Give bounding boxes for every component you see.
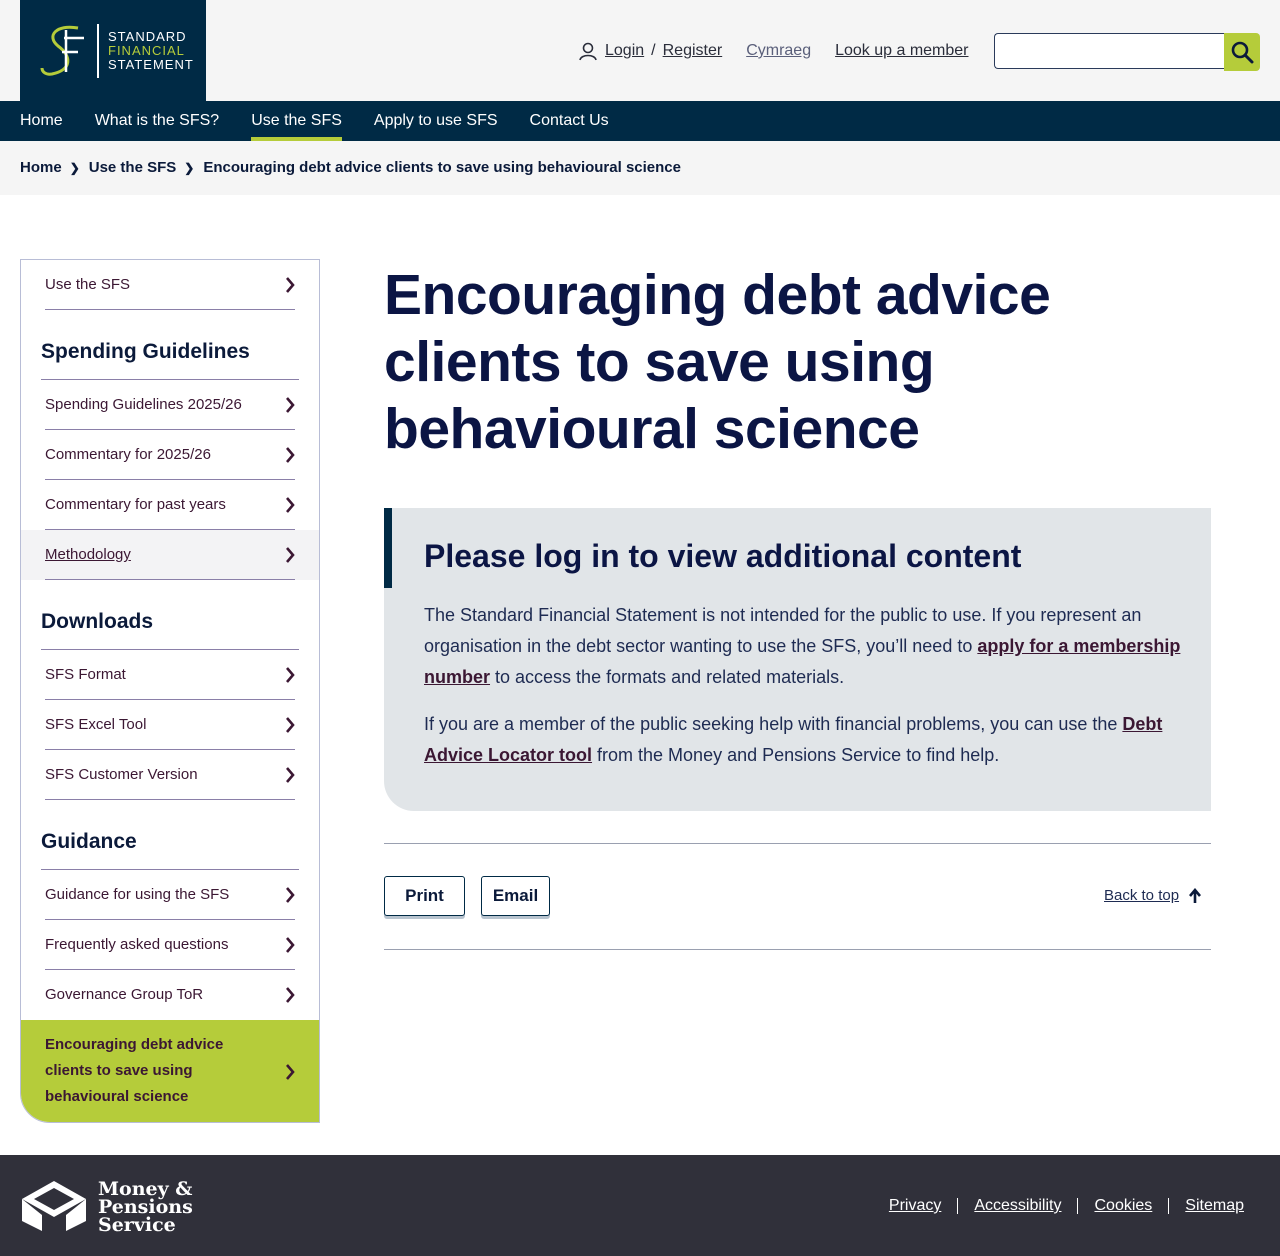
section-sidebar: Use the SFS Spending Guidelines Spending…	[20, 259, 320, 1123]
footer-org-name: Money & Pensions Service	[98, 1178, 193, 1236]
chevron-right-icon	[286, 447, 295, 463]
search-input[interactable]	[994, 33, 1226, 69]
breadcrumb-home[interactable]: Home	[20, 159, 62, 176]
nav-item-contact: Contact Us	[530, 101, 609, 141]
sidebar-item-current-page[interactable]: Encouraging debt advice clients to save …	[21, 1020, 319, 1122]
chevron-right-icon	[286, 987, 295, 1003]
login-register-separator: /	[651, 42, 656, 59]
breadcrumb: Home ❯ Use the SFS ❯ Encouraging debt ad…	[20, 159, 681, 176]
page-title: Encouraging debt advice clients to save …	[384, 263, 1051, 461]
sfs-logo[interactable]: STANDARD FINANCIAL STATEMENT	[20, 0, 206, 101]
language-link[interactable]: Cymraeg	[746, 42, 811, 60]
nav-item-apply: Apply to use SFS	[374, 101, 498, 141]
site-header: STANDARD FINANCIAL STATEMENT Login / Reg…	[0, 0, 1280, 101]
chevron-right-icon: ❯	[69, 160, 80, 175]
back-to-top-link[interactable]: Back to top	[1104, 887, 1179, 904]
divider	[384, 843, 1211, 844]
sidebar-item-label: Governance Group ToR	[45, 986, 204, 1003]
money-pensions-service-logo-icon	[22, 1181, 86, 1231]
arrow-up-icon	[1189, 887, 1202, 903]
sidebar-item-commentary-current[interactable]: Commentary for 2025/26	[21, 430, 319, 480]
sidebar-item-use-the-sfs[interactable]: Use the SFS	[21, 260, 319, 310]
sidebar-item-label: Encouraging debt advice clients to save …	[45, 1036, 224, 1105]
sidebar-item-label: Frequently asked questions	[45, 936, 229, 953]
nav-link-use-the-sfs[interactable]: Use the SFS	[251, 101, 342, 141]
sidebar-item-label: Commentary for past years	[45, 496, 226, 513]
sidebar-item-label: SFS Excel Tool	[45, 716, 147, 733]
chevron-right-icon	[286, 397, 295, 413]
sidebar-item-governance[interactable]: Governance Group ToR	[21, 970, 319, 1020]
sidebar-heading-spending: Spending Guidelines	[41, 340, 250, 363]
sidebar-heading-guidance: Guidance	[41, 830, 137, 853]
chevron-right-icon	[286, 547, 295, 563]
back-to-top: Back to top	[1104, 887, 1202, 904]
sidebar-item-methodology[interactable]: Methodology	[21, 530, 319, 580]
logo-wordmark: STANDARD FINANCIAL STATEMENT	[108, 29, 194, 72]
logo-divider	[97, 24, 99, 78]
chevron-right-icon	[286, 667, 295, 683]
main-navigation: Home What is the SFS? Use the SFS Apply …	[0, 101, 1280, 141]
breadcrumb-current: Encouraging debt advice clients to save …	[203, 159, 681, 176]
notice-accent-bar	[384, 508, 392, 588]
nav-link-what-is-sfs[interactable]: What is the SFS?	[95, 101, 220, 141]
sidebar-heading-downloads: Downloads	[41, 610, 154, 633]
breadcrumb-bar: Home ❯ Use the SFS ❯ Encouraging debt ad…	[0, 141, 1280, 195]
footer-links: Privacy Accessibility Cookies Sitemap	[873, 1197, 1244, 1215]
sidebar-item-faq[interactable]: Frequently asked questions	[21, 920, 319, 970]
sidebar-item-sfs-format[interactable]: SFS Format	[21, 650, 319, 700]
search-button[interactable]	[1224, 33, 1260, 71]
nav-item-what-is-sfs: What is the SFS?	[95, 101, 220, 141]
sidebar-item-label: SFS Format	[45, 666, 126, 683]
sidebar-item-spending-guidelines[interactable]: Spending Guidelines 2025/26	[21, 380, 319, 430]
chevron-right-icon	[286, 497, 295, 513]
divider	[384, 949, 1211, 950]
footer-link-privacy[interactable]: Privacy	[873, 1197, 957, 1215]
register-link[interactable]: Register	[663, 42, 723, 60]
footer-link-sitemap[interactable]: Sitemap	[1169, 1197, 1244, 1215]
sidebar-item-sfs-customer-version[interactable]: SFS Customer Version	[21, 750, 319, 800]
chevron-right-icon	[286, 277, 295, 293]
sidebar-item-guidance[interactable]: Guidance for using the SFS	[21, 870, 319, 920]
nav-item-home: Home	[20, 101, 63, 141]
notice-paragraph-public: If you are a member of the public seekin…	[424, 714, 1163, 765]
notice-paragraph-members: The Standard Financial Statement is not …	[424, 605, 1181, 687]
user-icon	[579, 42, 597, 61]
chevron-right-icon	[286, 887, 295, 903]
search-icon	[1231, 41, 1254, 64]
email-button[interactable]: Email	[481, 876, 550, 916]
nav-link-contact[interactable]: Contact Us	[530, 101, 609, 141]
chevron-right-icon	[286, 1064, 295, 1080]
chevron-right-icon	[286, 937, 295, 953]
nav-link-home[interactable]: Home	[20, 101, 63, 141]
login-link[interactable]: Login	[605, 42, 644, 60]
sidebar-item-label: Use the SFS	[45, 276, 131, 293]
footer-link-cookies[interactable]: Cookies	[1078, 1197, 1168, 1215]
chevron-right-icon: ❯	[184, 160, 195, 175]
nav-link-apply[interactable]: Apply to use SFS	[374, 101, 498, 141]
print-button[interactable]: Print	[384, 876, 465, 916]
sidebar-item-commentary-past[interactable]: Commentary for past years	[21, 480, 319, 530]
chevron-right-icon	[286, 717, 295, 733]
sidebar-item-label: Guidance for using the SFS	[45, 886, 230, 903]
breadcrumb-use-the-sfs[interactable]: Use the SFS	[89, 159, 177, 176]
search-form	[994, 33, 1260, 71]
sidebar-item-label: Commentary for 2025/26	[45, 446, 211, 463]
sidebar-item-label: SFS Customer Version	[45, 766, 198, 783]
sfs-monogram-icon	[40, 25, 84, 76]
sidebar-item-label: Methodology	[45, 546, 131, 563]
lookup-member-link[interactable]: Look up a member	[835, 42, 968, 60]
sidebar-item-label: Spending Guidelines 2025/26	[45, 396, 242, 413]
footer-link-accessibility[interactable]: Accessibility	[958, 1197, 1077, 1215]
chevron-right-icon	[286, 767, 295, 783]
site-footer: Money & Pensions Service Privacy Accessi…	[0, 1155, 1280, 1256]
sidebar-item-sfs-excel-tool[interactable]: SFS Excel Tool	[21, 700, 319, 750]
nav-item-use-the-sfs: Use the SFS	[251, 101, 342, 141]
login-notice: Please log in to view additional content…	[384, 508, 1211, 811]
utility-links: Login / Register Cymraeg Look up a membe…	[578, 40, 969, 62]
notice-heading: Please log in to view additional content	[424, 538, 1022, 574]
